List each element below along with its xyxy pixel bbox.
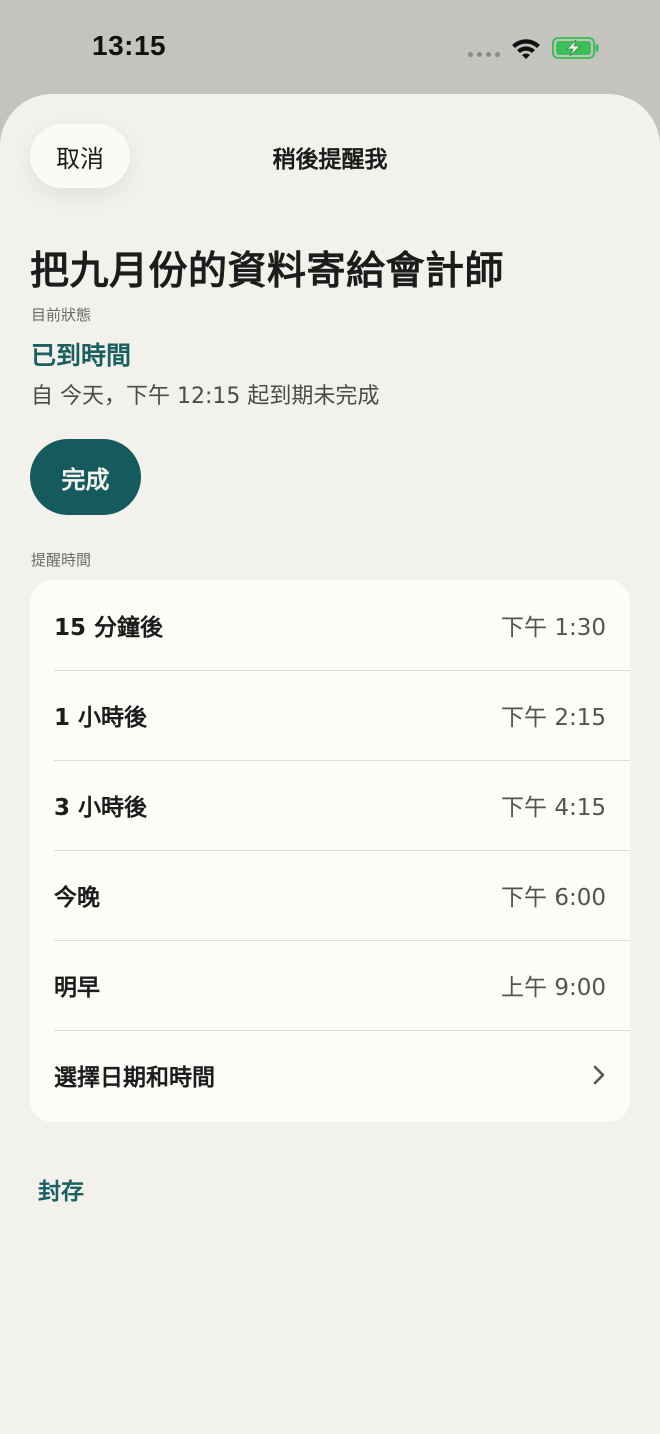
task-title: 把九月份的資料寄給會計師 [30, 249, 505, 294]
status-value: 已到時間 [31, 341, 132, 370]
option-time: 下午 2:15 [501, 705, 606, 731]
option-label: 3 小時後 [54, 795, 148, 821]
option-label: 15 分鐘後 [54, 615, 164, 641]
reminder-option-1-hour[interactable]: 1 小時後 下午 2:15 [30, 670, 630, 760]
reminder-options-list: 15 分鐘後 下午 1:30 1 小時後 下午 2:15 3 小時後 下午 4:… [30, 580, 630, 1122]
reminder-option-tonight[interactable]: 今晚 下午 6:00 [30, 850, 630, 940]
status-time: 13:15 [92, 30, 167, 61]
status-label: 目前狀態 [31, 306, 92, 324]
reminder-option-3-hours[interactable]: 3 小時後 下午 4:15 [30, 760, 630, 850]
status-bar: 13:15 [0, 0, 660, 94]
done-button[interactable]: 完成 [30, 439, 141, 515]
snooze-sheet: 取消 稍後提醒我 把九月份的資料寄給會計師 目前狀態 已到時間 自 今天，下午 … [0, 94, 660, 1434]
option-label: 1 小時後 [54, 705, 148, 731]
wifi-icon [512, 39, 540, 59]
reminder-option-custom-date-time[interactable]: 選擇日期和時間 [30, 1030, 630, 1120]
archive-button[interactable]: 封存 [38, 1172, 84, 1206]
option-time: 下午 1:30 [501, 615, 606, 641]
option-time: 下午 4:15 [501, 795, 606, 821]
reminder-option-15-minutes[interactable]: 15 分鐘後 下午 1:30 [30, 580, 630, 670]
option-time: 上午 9:00 [501, 975, 606, 1001]
chevron-right-icon [593, 1065, 605, 1085]
option-time: 下午 6:00 [501, 885, 606, 911]
sheet-title: 稍後提醒我 [272, 147, 388, 173]
option-label: 明早 [54, 975, 100, 1001]
signal-dots-icon [468, 52, 500, 57]
battery-charging-icon [552, 37, 599, 59]
status-detail: 自 今天，下午 12:15 起到期未完成 [31, 384, 380, 409]
reminder-section-label: 提醒時間 [31, 551, 92, 569]
option-label: 選擇日期和時間 [54, 1065, 215, 1091]
reminder-option-tomorrow-morning[interactable]: 明早 上午 9:00 [30, 940, 630, 1030]
option-label: 今晚 [54, 885, 100, 911]
